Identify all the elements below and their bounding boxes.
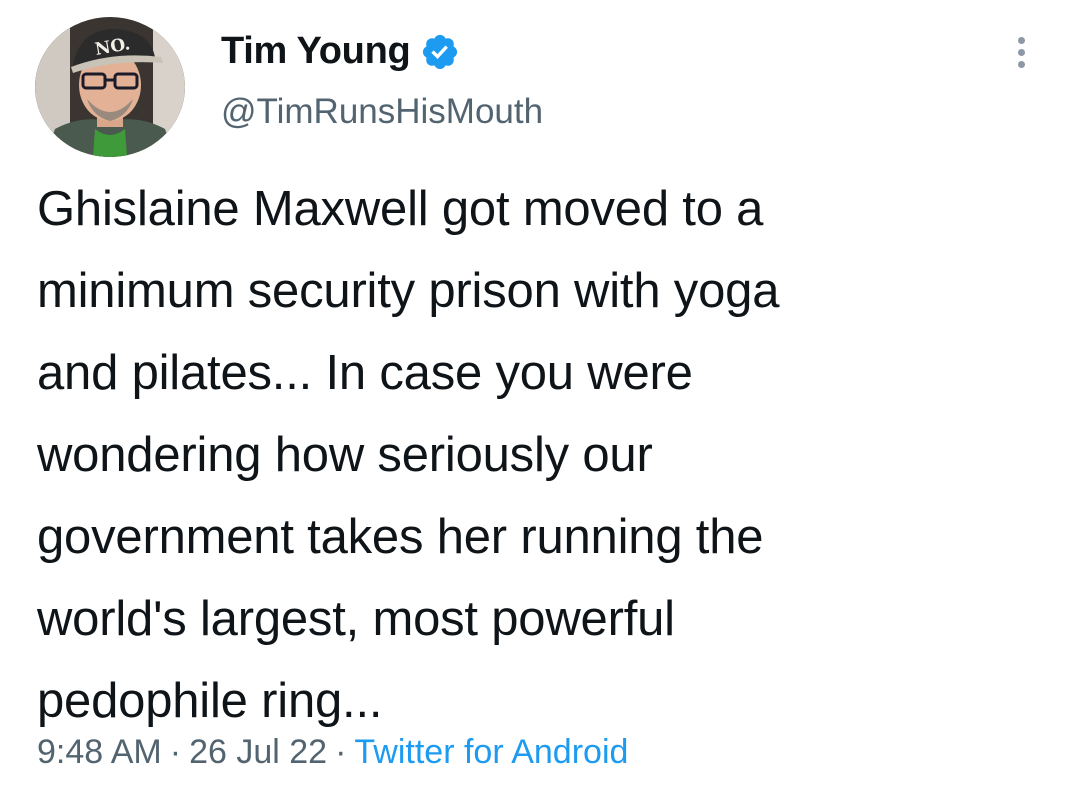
more-options-icon[interactable]: [1006, 30, 1036, 74]
verified-badge-icon: [423, 34, 458, 69]
author-handle[interactable]: @TimRunsHisMouth: [221, 92, 543, 132]
tweet-text: Ghislaine Maxwell got moved to a minimum…: [37, 182, 780, 728]
more-dot: [1017, 36, 1025, 44]
author-name-row: Tim Young: [221, 30, 460, 73]
separator: ·: [169, 733, 182, 771]
tweet-source-link[interactable]: Twitter for Android: [354, 733, 628, 771]
avatar[interactable]: NO.: [35, 17, 185, 157]
author-display-name[interactable]: Tim Young: [221, 30, 411, 73]
more-dot: [1017, 60, 1025, 68]
tweet-metadata: 9:48 AM · 26 Jul 22 · Twitter for Android: [37, 733, 628, 772]
avatar-photo: NO.: [35, 17, 185, 157]
more-dot: [1017, 48, 1025, 56]
separator: ·: [335, 733, 347, 771]
tweet-time[interactable]: 9:48 AM: [37, 733, 162, 771]
tweet-date[interactable]: 26 Jul 22: [189, 733, 327, 771]
tweet-card: NO. Tim Young @TimRunsHisMouth Ghislaine…: [0, 0, 1080, 797]
